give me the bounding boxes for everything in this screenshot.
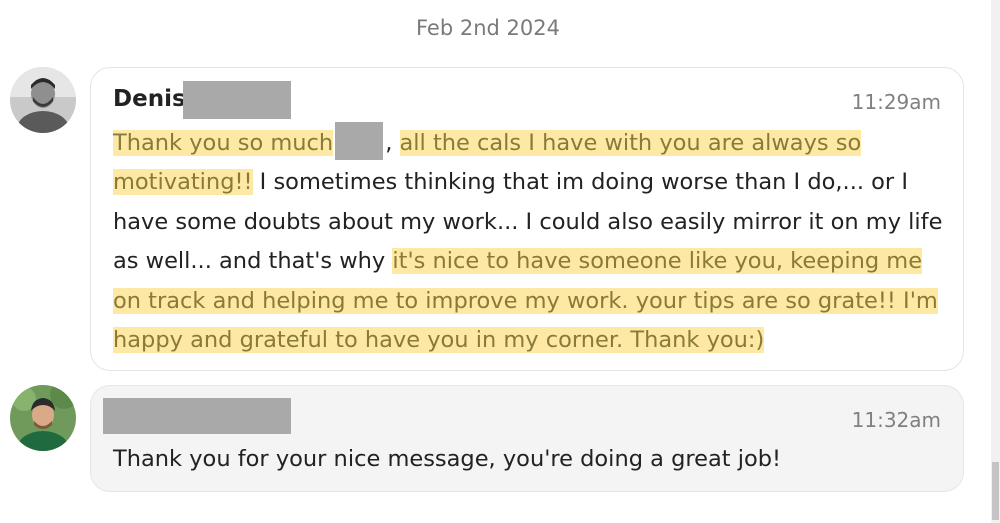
- scrollbar-thumb[interactable]: [992, 462, 999, 520]
- sender-name: Denis: [113, 86, 186, 112]
- avatar[interactable]: [10, 385, 76, 451]
- message-body: Thank you so much, all the cals I have w…: [113, 122, 953, 360]
- message-time: 11:32am: [851, 408, 941, 432]
- message-bubble: 11:32am Thank you for your nice message,…: [90, 385, 964, 492]
- avatar-photo-icon: [10, 67, 76, 133]
- avatar[interactable]: [10, 67, 76, 133]
- redacted-surname: [183, 81, 291, 119]
- message-body: Thank you for your nice message, you're …: [113, 446, 782, 472]
- message-bubble: Denis 11:29am Thank you so much, all the…: [90, 67, 964, 371]
- message-time: 11:29am: [851, 90, 941, 114]
- redacted-sender-name: [103, 398, 291, 434]
- highlighted-text: Thank you so much: [113, 130, 334, 156]
- scrollbar[interactable]: [991, 0, 1000, 523]
- avatar-photo-icon: [10, 385, 76, 451]
- date-divider: Feb 2nd 2024: [416, 16, 560, 40]
- redacted-name: [335, 122, 384, 160]
- message-text: ,: [385, 130, 400, 156]
